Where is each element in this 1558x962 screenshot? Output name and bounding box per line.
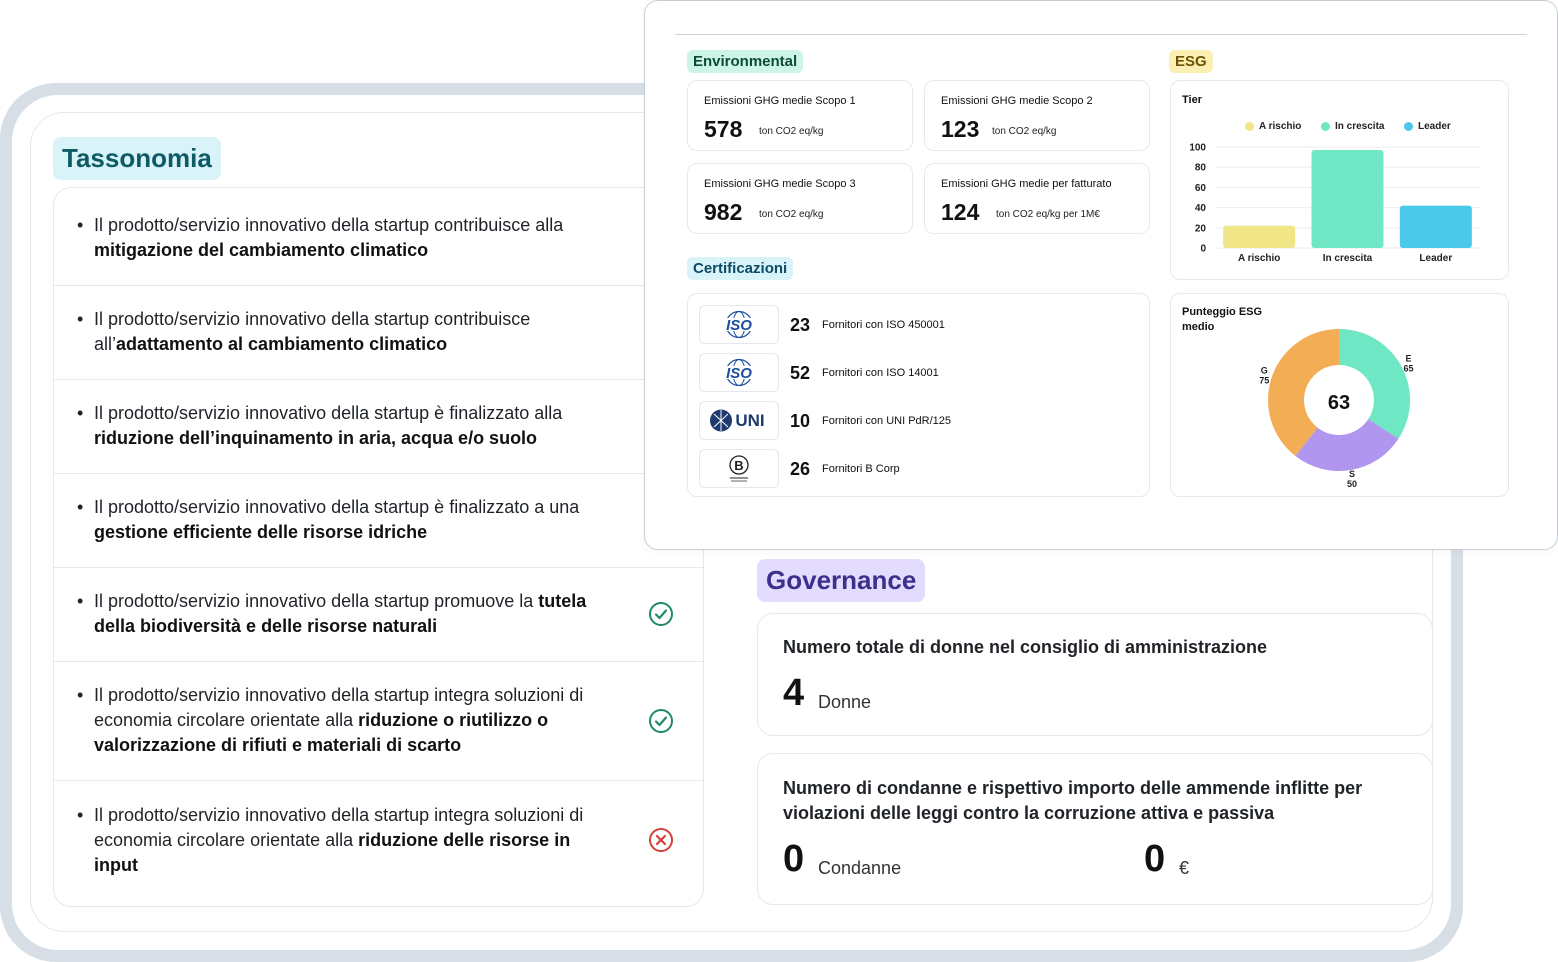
y-tick-label: 80 [1195, 163, 1207, 174]
y-tick-label: 100 [1189, 143, 1206, 154]
list-item: Il prodotto/servizio innovativo della st… [54, 188, 703, 286]
y-tick-label: 60 [1195, 183, 1207, 194]
bar-marks [1223, 150, 1472, 248]
emission-card-revenue: Emissioni GHG medie per fatturato 124 to… [924, 163, 1150, 234]
women-board-card: Numero totale di donne nel consiglio di … [757, 613, 1433, 736]
esg-donut-chart: E65 S50 G75 63 [1259, 329, 1413, 489]
convictions-amount: 0 [1144, 838, 1166, 880]
emission-title: Emissioni GHG medie Scopo 1 [704, 95, 856, 107]
bar-yticks: 100 80 60 40 20 0 [1189, 143, 1206, 255]
tassonomia-item-text: Il prodotto/servizio innovativo della st… [77, 803, 614, 878]
uni-logo: UNI [699, 401, 779, 440]
emission-unit: ton CO2 eq/kg [759, 126, 824, 137]
cert-label: Fornitori con ISO 450001 [822, 319, 945, 331]
esg-score-value: 63 [1328, 392, 1350, 414]
emission-title: Emissioni GHG medie Scopo 2 [941, 95, 1093, 107]
check-circle-icon [649, 709, 673, 733]
convictions-card: Numero di condanne e rispettivo importo … [757, 753, 1433, 905]
list-item: Il prodotto/servizio innovativo della st… [54, 380, 703, 474]
x-tick-label: A rischio [1238, 253, 1280, 264]
bar-a-rischio [1223, 225, 1296, 248]
tassonomia-item-text: Il prodotto/servizio innovativo della st… [77, 495, 614, 545]
y-tick-label: 0 [1200, 244, 1206, 255]
emission-value: 123 [941, 116, 980, 142]
cert-label: Fornitori B Corp [822, 463, 900, 475]
emission-title: Emissioni GHG medie Scopo 3 [704, 178, 856, 190]
convictions-count: 0 [783, 838, 805, 880]
emission-unit: ton CO2 eq/kg [992, 126, 1057, 137]
b-corp-logo-text: B [734, 458, 743, 473]
convictions-title: Numero di condanne e rispettivo importo … [783, 778, 1363, 823]
certificazioni-title: Certificazioni [687, 257, 794, 280]
certificazioni-card: ISO 23 Fornitori con ISO 450001 ISO 52 F… [687, 293, 1150, 497]
emission-unit: ton CO2 eq/kg [759, 209, 824, 220]
tassonomia-item-text: Il prodotto/servizio innovativo della st… [77, 683, 614, 758]
check-circle-icon [649, 602, 673, 626]
tassonomia-title: Tassonomia [53, 137, 221, 180]
convictions-amount-unit: € [1179, 858, 1190, 878]
bar-xlabels: A rischio In crescita Leader [1238, 253, 1452, 264]
iso-logo-text: ISO [726, 365, 752, 382]
emission-card-scope3: Emissioni GHG medie Scopo 3 982 ton CO2 … [687, 163, 913, 234]
emission-value: 124 [941, 199, 980, 225]
list-item: Il prodotto/servizio innovativo della st… [54, 662, 703, 781]
tassonomia-item-text: Il prodotto/servizio innovativo della st… [77, 589, 614, 639]
bar-leader [1399, 205, 1472, 248]
environmental-title: Environmental [687, 50, 804, 73]
tassonomia-list: Il prodotto/servizio innovativo della st… [53, 187, 704, 907]
list-item: Il prodotto/servizio innovativo della st… [54, 781, 703, 906]
donut-label-name: E [1405, 353, 1411, 363]
donut-label-name: S [1349, 469, 1355, 479]
list-item: Il prodotto/servizio innovativo della st… [54, 286, 703, 380]
emission-unit: ton CO2 eq/kg per 1M€ [996, 209, 1100, 220]
cert-count: 52 [790, 363, 811, 383]
emission-card-scope2: Emissioni GHG medie Scopo 2 123 ton CO2 … [924, 80, 1150, 151]
emission-card-scope1: Emissioni GHG medie Scopo 1 578 ton CO2 … [687, 80, 913, 151]
list-item: Il prodotto/servizio innovativo della st… [54, 568, 703, 662]
uni-logo-text: UNI [735, 411, 764, 430]
donut-label-value: 65 [1403, 363, 1413, 373]
divider [675, 34, 1527, 35]
tassonomia-item-text: Il prodotto/servizio innovativo della st… [77, 307, 614, 357]
women-board-title: Numero totale di donne nel consiglio di … [783, 637, 1268, 657]
iso-logo: ISO [699, 353, 779, 392]
donut-slice-e [1339, 329, 1410, 439]
emission-value: 578 [704, 116, 743, 142]
list-item: Il prodotto/servizio innovativo della st… [54, 474, 703, 568]
governance-title: Governance [757, 559, 926, 602]
b-corp-logo: B [699, 449, 779, 488]
x-tick-label: Leader [1419, 253, 1452, 264]
tier-bar-chart: 100 80 60 40 20 0 A rischio In crescita Leader [1189, 143, 1480, 264]
emission-value: 982 [704, 199, 743, 225]
donut-label-value: 50 [1347, 479, 1357, 489]
bar-in-crescita [1311, 150, 1384, 248]
y-tick-label: 20 [1195, 223, 1207, 234]
x-circle-icon [649, 828, 673, 852]
cert-count: 23 [790, 315, 811, 335]
cert-count: 26 [790, 459, 811, 479]
esg-title: ESG [1169, 50, 1213, 73]
y-tick-label: 40 [1195, 203, 1207, 214]
iso-logo: ISO [699, 305, 779, 344]
emission-title: Emissioni GHG medie per fatturato [941, 178, 1112, 190]
tassonomia-item-text: Il prodotto/servizio innovativo della st… [77, 213, 614, 263]
cert-label: Fornitori con ISO 14001 [822, 367, 939, 379]
cert-count: 10 [790, 411, 811, 431]
tassonomia-item-text: Il prodotto/servizio innovativo della st… [77, 401, 614, 451]
convictions-count-unit: Condanne [818, 858, 902, 878]
donut-label-name: G [1261, 365, 1268, 375]
iso-logo-text: ISO [726, 317, 752, 334]
x-tick-label: In crescita [1323, 253, 1373, 264]
cert-label: Fornitori con UNI PdR/125 [822, 415, 951, 427]
donut-label-value: 75 [1259, 375, 1269, 385]
women-board-value: 4 [783, 672, 805, 714]
women-board-unit: Donne [818, 692, 872, 712]
